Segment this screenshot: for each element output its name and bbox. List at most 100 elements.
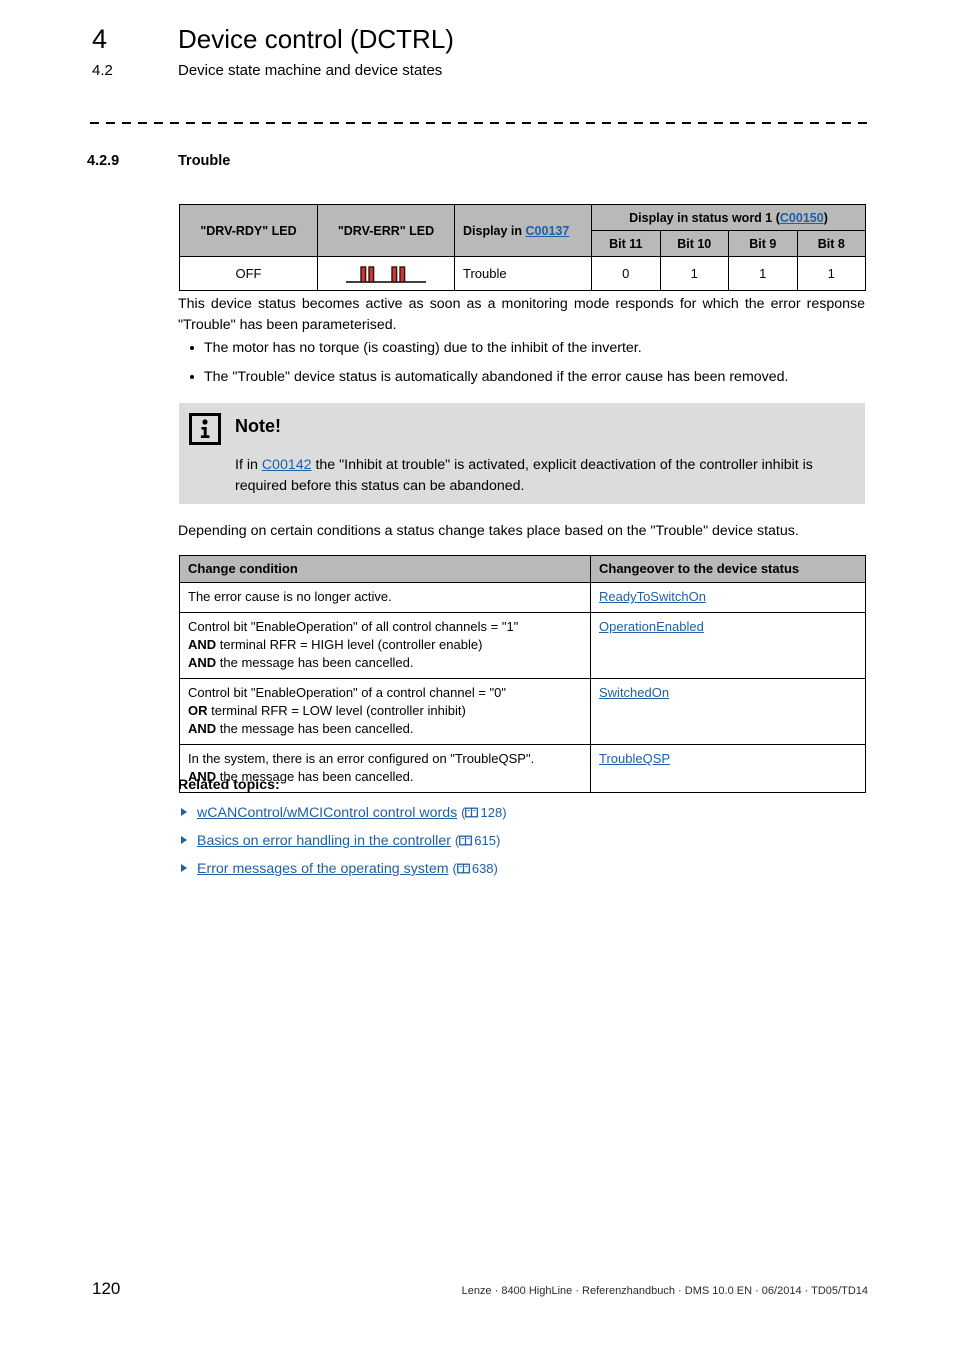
- book-icon: [465, 807, 479, 818]
- bullet-dot-icon: [190, 375, 194, 379]
- page-reference: (638): [452, 861, 498, 876]
- link-ready-to-switch-on[interactable]: ReadyToSwitchOn: [599, 589, 706, 604]
- table-row: Control bit "EnableOperation" of a contr…: [179, 678, 866, 745]
- subsection-heading: 4.2.9 Trouble: [87, 153, 230, 169]
- condition-text: terminal RFR = LOW level (controller inh…: [207, 703, 466, 718]
- depending-paragraph: Depending on certain conditions a status…: [178, 523, 799, 539]
- note-text-before: If in: [235, 457, 262, 473]
- header-drv-err-led: "DRV-ERR" LED: [317, 204, 455, 257]
- cell-changeover: OperationEnabled: [590, 612, 866, 679]
- list-item: Error messages of the operating system (…: [178, 859, 507, 879]
- list-item: Basics on error handling in the controll…: [178, 831, 507, 851]
- cell-bit-10-value: 1: [659, 256, 729, 291]
- header-status-word-prefix: Display in status word 1 (: [629, 210, 780, 225]
- info-icon: [189, 413, 221, 445]
- link-c00150[interactable]: C00150: [780, 211, 824, 225]
- chapter-number: 4: [92, 24, 108, 54]
- cell-changeover: ReadyToSwitchOn: [590, 582, 866, 613]
- cell-bit-9-value: 1: [728, 256, 798, 291]
- cell-bit-11-value: 0: [591, 256, 661, 291]
- related-topics-list: wCANControl/wMCIControl control words (1…: [178, 803, 507, 887]
- cell-display-in-value: Trouble: [454, 256, 592, 291]
- note-body: If in C00142 the "Inhibit at trouble" is…: [235, 455, 847, 497]
- list-item: wCANControl/wMCIControl control words (1…: [178, 803, 507, 823]
- condition-text: the message has been cancelled.: [216, 655, 414, 670]
- condition-line: Control bit "EnableOperation" of all con…: [188, 618, 582, 636]
- header-drv-rdy-led: "DRV-RDY" LED: [179, 204, 318, 257]
- cell-change-condition: Control bit "EnableOperation" of all con…: [179, 612, 591, 679]
- subsection-number: 4.2.9: [87, 153, 120, 169]
- header-status-word-suffix: ): [823, 210, 828, 225]
- status-table-header-row: "DRV-RDY" LED "DRV-ERR" LED Display in C…: [179, 204, 867, 257]
- condition-line: Control bit "EnableOperation" of a contr…: [188, 684, 582, 702]
- section-title: Device state machine and device states: [178, 62, 443, 79]
- link-c00137[interactable]: C00137: [526, 224, 570, 238]
- chapter-heading: 4 Device control (DCTRL): [92, 24, 870, 55]
- section-heading: 4.2 Device state machine and device stat…: [92, 62, 870, 79]
- note-title: Note!: [235, 416, 281, 436]
- condition-line: OR terminal RFR = LOW level (controller …: [188, 702, 582, 720]
- change-condition-table: Change condition Changeover to the devic…: [179, 555, 866, 793]
- bullet-text: The "Trouble" device status is automatic…: [204, 369, 789, 385]
- document-page: 4 Device control (DCTRL) 4.2 Device stat…: [0, 0, 954, 1350]
- triangle-bullet-icon: [181, 808, 187, 816]
- header-bit-9: Bit 9: [728, 230, 798, 257]
- led-blink-double-pulse-icon: [346, 265, 426, 283]
- intro-paragraph: This device status becomes active as soo…: [178, 296, 865, 333]
- related-topics-title: Related topics:: [178, 777, 280, 793]
- header-change-condition: Change condition: [179, 555, 591, 583]
- header-bit-8: Bit 8: [796, 230, 867, 257]
- table-row: Control bit "EnableOperation" of all con…: [179, 612, 866, 679]
- list-item: The "Trouble" device status is automatic…: [178, 367, 865, 388]
- triangle-bullet-icon: [181, 836, 187, 844]
- table-row: The error cause is no longer active. Rea…: [179, 582, 866, 613]
- table-row: In the system, there is an error configu…: [179, 744, 866, 793]
- header-display-in-label: Display in: [463, 223, 526, 238]
- subsection-title: Trouble: [178, 153, 231, 169]
- header-display-in-c00137: Display in C00137: [454, 204, 592, 257]
- condition-text: Control bit "EnableOperation" of a contr…: [188, 685, 507, 700]
- header-bit-10: Bit 10: [659, 230, 729, 257]
- cell-changeover: TroubleQSP: [590, 744, 866, 793]
- condition-line: The error cause is no longer active.: [188, 588, 582, 606]
- condition-operator: AND: [188, 637, 217, 652]
- condition-text: the message has been cancelled.: [216, 721, 414, 736]
- bullet-dot-icon: [190, 346, 194, 350]
- header-divider: [90, 122, 869, 124]
- footer-page-number: 120: [92, 1279, 121, 1298]
- page-reference: (615): [454, 833, 501, 848]
- related-link-wcancontrol[interactable]: wCANControl/wMCIControl control words: [197, 805, 457, 821]
- cell-changeover: SwitchedOn: [590, 678, 866, 745]
- cell-change-condition: The error cause is no longer active.: [179, 582, 591, 613]
- book-icon: [459, 835, 473, 846]
- cell-drv-err-value: [317, 256, 455, 291]
- condition-text: terminal RFR = HIGH level (controller en…: [216, 637, 483, 652]
- header-status-word-1: Display in status word 1 (C00150): [590, 204, 867, 231]
- cell-bit-8-value: 1: [796, 256, 867, 291]
- cell-change-condition: Control bit "EnableOperation" of a contr…: [179, 678, 591, 745]
- related-link-error-handling[interactable]: Basics on error handling in the controll…: [197, 833, 451, 849]
- note-box: Note! If in C00142 the "Inhibit at troub…: [179, 403, 865, 504]
- condition-operator: AND: [188, 655, 217, 670]
- link-trouble-qsp[interactable]: TroubleQSP: [599, 751, 670, 766]
- condition-text: The error cause is no longer active.: [188, 589, 392, 604]
- page-number: 615: [474, 833, 496, 848]
- footer-text: Lenze · 8400 HighLine · Referenzhandbuch…: [461, 1285, 868, 1297]
- condition-operator: OR: [188, 703, 208, 718]
- link-switched-on[interactable]: SwitchedOn: [599, 685, 669, 700]
- condition-text: In the system, there is an error configu…: [188, 751, 535, 766]
- link-c00142[interactable]: C00142: [262, 457, 312, 473]
- page-header: 4 Device control (DCTRL) 4.2 Device stat…: [92, 24, 870, 79]
- note-text-after: the "Inhibit at trouble" is activated, e…: [235, 457, 813, 494]
- status-table: "DRV-RDY" LED "DRV-ERR" LED Display in C…: [179, 204, 867, 291]
- page-reference: (128): [461, 805, 507, 820]
- chapter-title: Device control (DCTRL): [178, 24, 454, 54]
- related-link-error-messages[interactable]: Error messages of the operating system: [197, 861, 449, 877]
- link-operation-enabled[interactable]: OperationEnabled: [599, 619, 704, 634]
- condition-line: AND the message has been cancelled.: [188, 720, 582, 738]
- section-number: 4.2: [92, 62, 113, 79]
- change-table-header-row: Change condition Changeover to the devic…: [179, 555, 866, 583]
- condition-text: Control bit "EnableOperation" of all con…: [188, 619, 519, 634]
- status-table-row: OFF Trouble 0 1 1 1: [179, 256, 867, 291]
- condition-line: AND terminal RFR = HIGH level (controlle…: [188, 636, 582, 654]
